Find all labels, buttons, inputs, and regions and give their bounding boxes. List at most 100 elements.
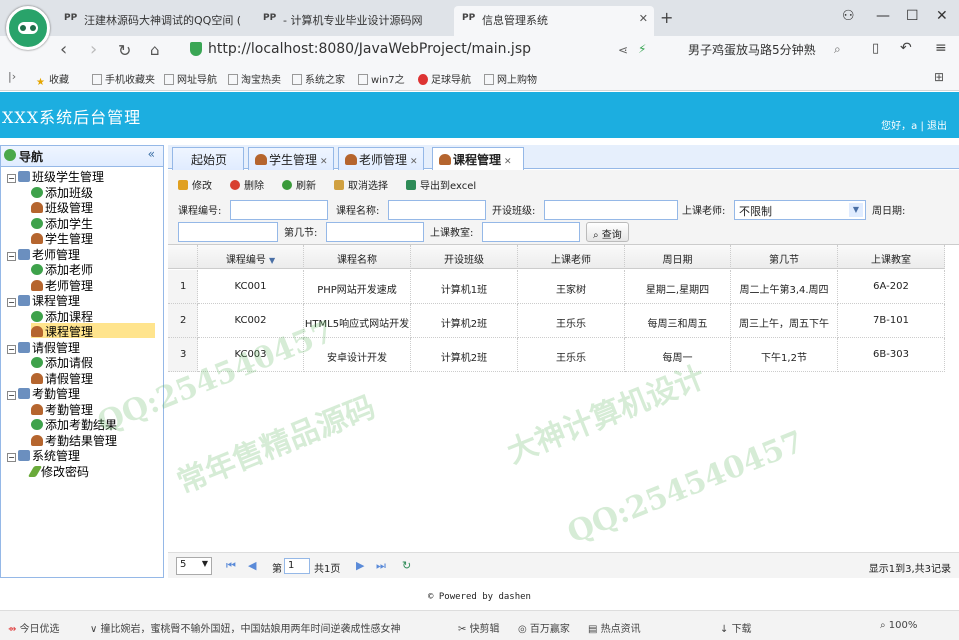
course-no-input[interactable] <box>230 200 328 220</box>
table-cell[interactable]: 安卓设计开发 <box>304 338 411 372</box>
close-tab-icon[interactable]: ✕ <box>639 12 648 25</box>
reload-icon[interactable]: ↻ <box>118 41 131 60</box>
refresh-button[interactable]: 刷新 <box>282 177 316 192</box>
table-cell[interactable]: 6A-202 <box>838 270 945 304</box>
news-ticker[interactable]: ∨ 撞比婉岩，蜜桃臀不输外国妞，中国姑娘用两年时间逆袭成性感女神 <box>90 620 450 635</box>
tree-item[interactable]: 添加考勤结果 <box>31 416 117 432</box>
phone-icon[interactable]: ▯ <box>872 41 879 56</box>
last-page-icon[interactable]: ⏭ <box>376 559 386 573</box>
tree-group[interactable]: − 课程管理 <box>7 292 80 308</box>
tree-group[interactable]: − 请假管理 <box>7 339 80 355</box>
browser-tab-active[interactable]: PP 信息管理系统 ✕ <box>454 6 654 36</box>
collapse-toggle-icon[interactable]: − <box>7 344 16 354</box>
collapse-toggle-icon[interactable]: − <box>7 298 16 307</box>
search-icon[interactable]: ⌕ <box>834 42 841 57</box>
browser-logo-icon[interactable] <box>6 6 50 50</box>
table-cell[interactable]: 7B-101 <box>838 304 945 338</box>
column-header[interactable]: 第几节 <box>731 245 838 269</box>
status-item[interactable]: ⇴ 今日优选 <box>8 620 60 635</box>
lightning-icon[interactable]: ⚡ <box>638 42 646 56</box>
home-icon[interactable]: ⌂ <box>150 41 160 59</box>
share-icon[interactable]: ⋖ <box>618 43 628 57</box>
status-item[interactable]: ◎ 百万赢家 <box>518 620 570 635</box>
bookmark-item[interactable]: 足球导航 <box>418 71 471 86</box>
first-page-icon[interactable]: ⏮ <box>226 559 236 573</box>
close-window-icon[interactable]: ✕ <box>936 8 948 24</box>
bookmark-item[interactable]: win7之 <box>358 71 405 86</box>
collapse-toggle-icon[interactable]: − <box>7 174 16 183</box>
tree-group[interactable]: − 班级学生管理 <box>7 168 104 184</box>
tree-item[interactable]: 添加学生 <box>31 215 93 231</box>
weekday-input[interactable] <box>178 222 278 242</box>
collapse-toggle-icon[interactable]: − <box>7 391 16 400</box>
status-item[interactable]: ▤ 热点资讯 <box>588 620 641 635</box>
bookmark-item[interactable]: ★ 收藏 <box>36 71 69 88</box>
table-cell[interactable]: KC002 <box>198 304 304 338</box>
tree-group[interactable]: − 系统管理 <box>7 447 80 463</box>
sort-desc-icon[interactable]: ▼ <box>269 256 275 265</box>
column-header[interactable]: 上课老师 <box>518 245 625 269</box>
tree-group[interactable]: − 老师管理 <box>7 246 80 262</box>
delete-button[interactable]: 删除 <box>230 177 264 192</box>
table-cell[interactable]: 王家树 <box>518 270 625 304</box>
tree-group[interactable]: − 考勤管理 <box>7 385 80 401</box>
tree-item[interactable]: 班级管理 <box>31 199 93 215</box>
query-button[interactable]: ⌕ 查询 <box>586 222 629 242</box>
tree-item[interactable]: 添加班级 <box>31 184 93 200</box>
tree-item[interactable]: 添加课程 <box>31 308 93 324</box>
table-cell[interactable]: HTML5响应式网站开发 <box>304 304 411 338</box>
tree-item[interactable]: 考勤管理 <box>31 401 93 417</box>
table-cell[interactable]: 王乐乐 <box>518 304 625 338</box>
apps-grid-icon[interactable]: ⊞ <box>934 70 944 84</box>
column-header[interactable]: 课程名称 <box>304 245 411 269</box>
undo-icon[interactable]: ↶ <box>900 40 912 56</box>
table-cell[interactable]: 王乐乐 <box>518 338 625 372</box>
tree-item[interactable]: 请假管理 <box>31 370 93 386</box>
tree-item[interactable]: 课程管理 <box>31 323 155 339</box>
tree-item[interactable]: 考勤结果管理 <box>31 432 117 448</box>
status-item[interactable]: ✂ 快剪辑 <box>458 620 500 635</box>
prev-page-icon[interactable]: ◀ <box>248 559 256 572</box>
page-number-input[interactable]: 1 <box>284 558 310 574</box>
back-icon[interactable]: ‹ <box>60 39 67 60</box>
table-cell[interactable]: 计算机2班 <box>411 338 518 372</box>
table-cell[interactable]: 6B-303 <box>838 338 945 372</box>
table-cell[interactable]: KC003 <box>198 338 304 372</box>
bookmark-item[interactable]: 网址导航 <box>164 71 217 86</box>
browser-tab[interactable]: PP - 计算机专业毕业设计源码网 <box>255 6 445 36</box>
class-select[interactable] <box>544 200 678 220</box>
forward-icon[interactable]: › <box>90 39 97 60</box>
chevron-down-icon[interactable]: ▼ <box>849 203 863 217</box>
bookmark-item[interactable]: 系统之家 <box>292 71 345 86</box>
close-icon[interactable]: ✕ <box>320 157 328 167</box>
unselect-button[interactable]: 取消选择 <box>334 177 388 192</box>
collapse-toggle-icon[interactable]: − <box>7 251 16 261</box>
minimize-icon[interactable]: — <box>876 8 890 24</box>
column-header[interactable]: 课程编号 ▼ <box>198 245 304 269</box>
tree-item[interactable]: 添加老师 <box>31 261 93 277</box>
table-cell[interactable]: 周三上午，周五下午 <box>731 304 838 338</box>
logout-link[interactable]: 退出 <box>927 121 947 132</box>
period-input[interactable] <box>326 222 424 242</box>
bookmark-item[interactable]: 淘宝热卖 <box>228 71 281 86</box>
tab-course[interactable]: 课程管理 ✕ <box>432 147 524 171</box>
table-cell[interactable]: PHP网站开发速成 <box>304 270 411 304</box>
bookmark-item[interactable]: 手机收藏夹 <box>92 71 155 86</box>
tree-item[interactable]: 学生管理 <box>31 230 93 246</box>
zoom-level[interactable]: ⌕ 100% <box>880 620 917 631</box>
close-icon[interactable]: ✕ <box>410 157 418 167</box>
new-tab-button[interactable]: + <box>660 8 673 27</box>
shirt-icon[interactable]: ⚇ <box>842 8 855 24</box>
menu-icon[interactable]: ≡ <box>935 40 947 56</box>
collapse-toggle-icon[interactable]: − <box>7 453 16 462</box>
next-page-icon[interactable]: ▶ <box>356 559 364 572</box>
tab-student[interactable]: 学生管理 ✕ <box>248 147 334 170</box>
tree-item[interactable]: 修改密码 <box>27 463 89 479</box>
column-header[interactable]: 开设班级 <box>411 245 518 269</box>
url-field[interactable]: http://localhost:8080/JavaWebProject/mai… <box>186 39 656 61</box>
teacher-select[interactable]: 不限制 ▼ <box>734 200 866 220</box>
tab-home[interactable]: 起始页 <box>172 147 244 170</box>
table-cell[interactable]: 周二上午第3,4.周四 <box>731 270 838 304</box>
table-cell[interactable]: 星期二,星期四 <box>625 270 731 304</box>
column-header[interactable]: 上课教室 <box>838 245 945 269</box>
